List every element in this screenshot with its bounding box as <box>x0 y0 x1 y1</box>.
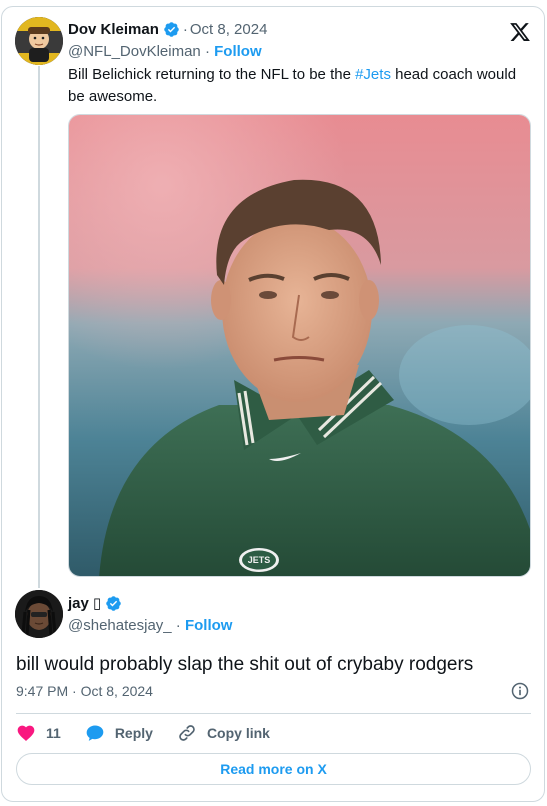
quoted-author-row: Dov Kleiman · Oct 8, 2024 <box>68 21 267 38</box>
reply-timestamp[interactable]: 9:47 PM · Oct 8, 2024 <box>16 683 153 699</box>
copy-link-button[interactable]: Copy link <box>177 723 270 743</box>
reply-tweet-text: bill would probably slap the shit out of… <box>16 654 474 675</box>
avatar-dov-kleiman[interactable] <box>15 17 63 65</box>
hashtag-link[interactable]: #Jets <box>355 66 391 83</box>
quoted-handle-row: @NFL_DovKleiman · Follow <box>68 43 262 60</box>
follow-button-dov[interactable]: Follow <box>214 43 262 60</box>
quoted-date[interactable]: Oct 8, 2024 <box>190 21 268 38</box>
quoted-handle[interactable]: @NFL_DovKleiman <box>68 43 201 60</box>
quoted-author-name[interactable]: Dov Kleiman <box>68 21 159 38</box>
reply-button[interactable]: Reply <box>85 723 153 743</box>
action-bar: 11 Reply Copy link <box>16 722 294 744</box>
separator-dot: · <box>175 617 185 634</box>
reply-handle[interactable]: @shehatesjay_ <box>68 617 172 634</box>
reply-author-row: jay ▯ <box>68 594 122 612</box>
read-more-button[interactable]: Read more on X <box>16 753 531 785</box>
x-logo-icon[interactable] <box>509 21 531 43</box>
reply-bubble-icon <box>86 725 104 741</box>
follow-button-jay[interactable]: Follow <box>185 617 233 634</box>
quoted-tweet-text: Bill Belichick returning to the NFL to b… <box>68 64 528 108</box>
info-icon[interactable] <box>510 681 530 701</box>
jets-logo-text: JETS <box>248 555 271 565</box>
quoted-text-part: Bill Belichick returning to the NFL to b… <box>68 66 356 83</box>
heart-icon <box>17 725 35 741</box>
divider <box>16 713 531 714</box>
separator-dot: · <box>182 21 188 38</box>
verified-badge-icon <box>164 22 179 37</box>
reply-author-emoji: ▯ <box>92 595 102 612</box>
reply-author-name[interactable]: jay <box>68 595 89 612</box>
like-button[interactable]: 11 <box>16 723 61 743</box>
avatar-jay[interactable] <box>15 590 63 638</box>
reply-label: Reply <box>114 725 153 741</box>
reply-handle-row: @shehatesjay_ · Follow <box>68 617 232 634</box>
thread-connector-line <box>38 66 40 588</box>
verified-badge-icon <box>106 595 121 611</box>
like-count: 11 <box>46 725 61 741</box>
link-icon <box>179 725 195 741</box>
jets-logo-icon: JETS <box>239 548 279 572</box>
separator-dot: · <box>204 43 215 60</box>
tweet-photo[interactable]: JETS <box>68 114 531 577</box>
copy-link-label: Copy link <box>206 725 270 741</box>
